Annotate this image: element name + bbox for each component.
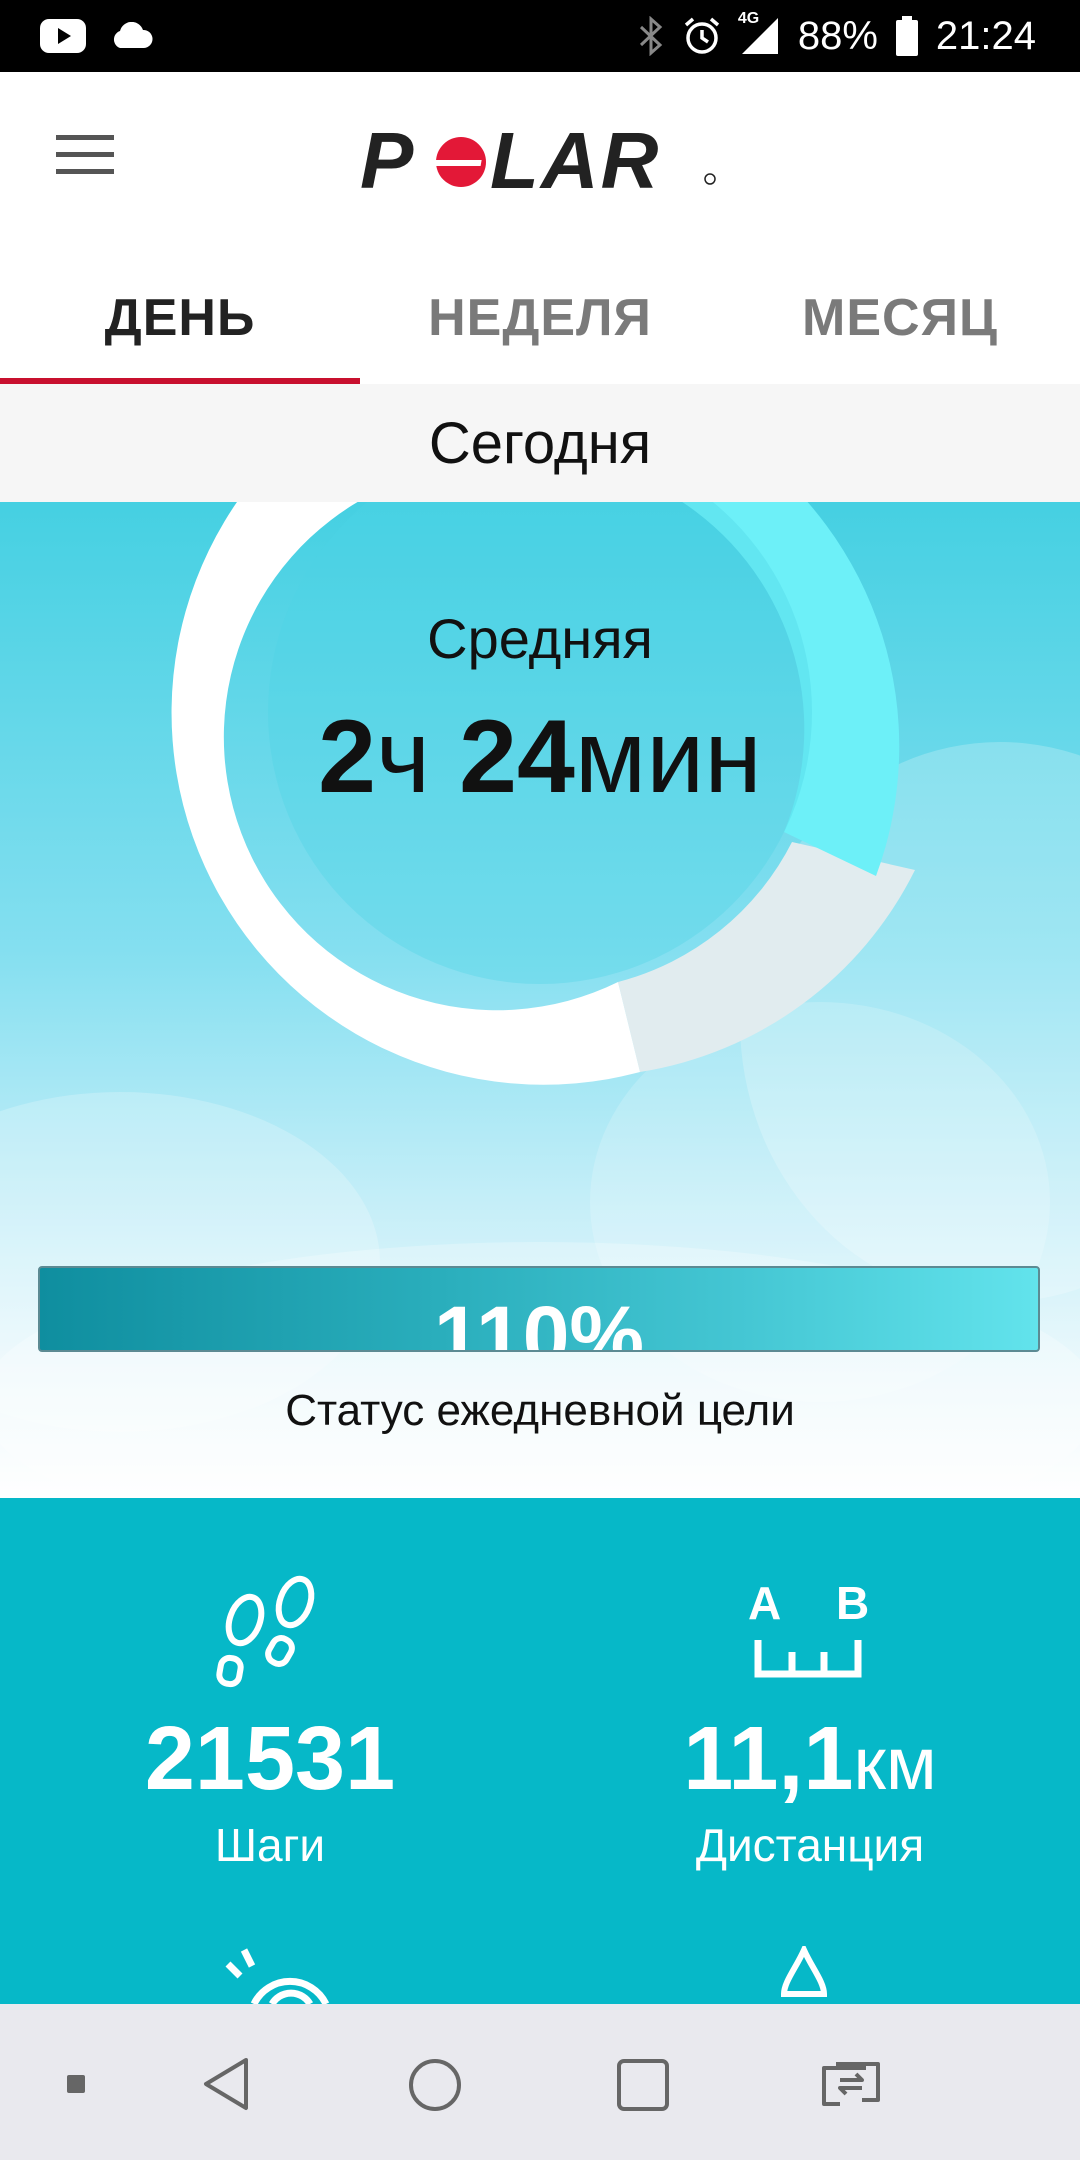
- clock: 21:24: [935, 13, 1036, 58]
- small-square-icon[interactable]: [66, 2074, 86, 2094]
- alarm-icon: [682, 16, 722, 56]
- footsteps-icon: [212, 1572, 328, 1695]
- steps-label: Шаги: [214, 1819, 326, 1871]
- bluetooth-icon: [638, 16, 664, 56]
- distance-number: 11,1: [683, 1709, 854, 1809]
- drop-icon: [774, 1942, 834, 2004]
- stats-panel: 21531 Шаги A B 11,1км Дистанция: [0, 1498, 1080, 2004]
- back-icon[interactable]: [200, 2056, 252, 2112]
- app-header: P LAR: [0, 72, 1080, 252]
- home-icon[interactable]: [408, 2058, 462, 2112]
- distance-stat[interactable]: A B 11,1км Дистанция: [540, 1498, 1080, 2004]
- distance-icon-letter-b: B: [836, 1577, 870, 1629]
- network-type: 4G: [737, 10, 760, 27]
- hamburger-menu-icon[interactable]: [56, 132, 114, 178]
- goal-caption: Статус ежедневной цели: [285, 1386, 795, 1435]
- status-bar: 4G 88% 21:24: [0, 0, 1080, 72]
- minutes-unit: мин: [574, 699, 762, 815]
- distance-icon-letter-a: A: [748, 1577, 782, 1629]
- activity-duration: 2ч 24мин: [0, 698, 1080, 817]
- duration-minutes: 24: [459, 699, 575, 815]
- goal-progress-bar: 110%: [38, 1266, 1040, 1352]
- svg-text:LAR: LAR: [490, 124, 660, 204]
- cloud-icon: [110, 22, 154, 50]
- day-header: Сегодня: [0, 384, 1080, 503]
- switch-apps-icon[interactable]: [818, 2060, 884, 2108]
- distance-unit: км: [853, 1722, 937, 1805]
- battery-percent: 88%: [797, 13, 878, 58]
- period-tabs: ДЕНЬ НЕДЕЛЯ МЕСЯЦ: [0, 252, 1080, 384]
- duration-hours: 2: [318, 699, 377, 815]
- hours-unit: ч: [376, 699, 431, 815]
- recents-icon[interactable]: [616, 2058, 670, 2112]
- polar-logo: P LAR: [360, 116, 720, 205]
- steps-value: 21531: [144, 1709, 396, 1809]
- system-nav-bar: [0, 2004, 1080, 2160]
- activity-level-label: Средняя: [427, 607, 653, 670]
- battery-icon: [895, 16, 918, 56]
- calories-icon: [214, 1946, 334, 2004]
- svg-text:P: P: [360, 124, 415, 204]
- tab-day[interactable]: ДЕНЬ: [0, 252, 360, 384]
- youtube-icon: [40, 19, 86, 53]
- distance-ab-icon: A B: [748, 1576, 872, 1686]
- tab-week[interactable]: НЕДЕЛЯ: [360, 252, 720, 384]
- distance-value: 11,1км: [540, 1708, 1080, 1811]
- distance-label: Дистанция: [695, 1819, 925, 1871]
- activity-panel: Средняя 2ч 24мин 110% Статус ежедневной …: [0, 502, 1080, 1498]
- tab-month[interactable]: МЕСЯЦ: [720, 252, 1080, 384]
- steps-stat[interactable]: 21531 Шаги: [0, 1498, 540, 2004]
- signal-4g-icon: 4G: [738, 10, 780, 56]
- goal-percent: 110%: [433, 1289, 645, 1352]
